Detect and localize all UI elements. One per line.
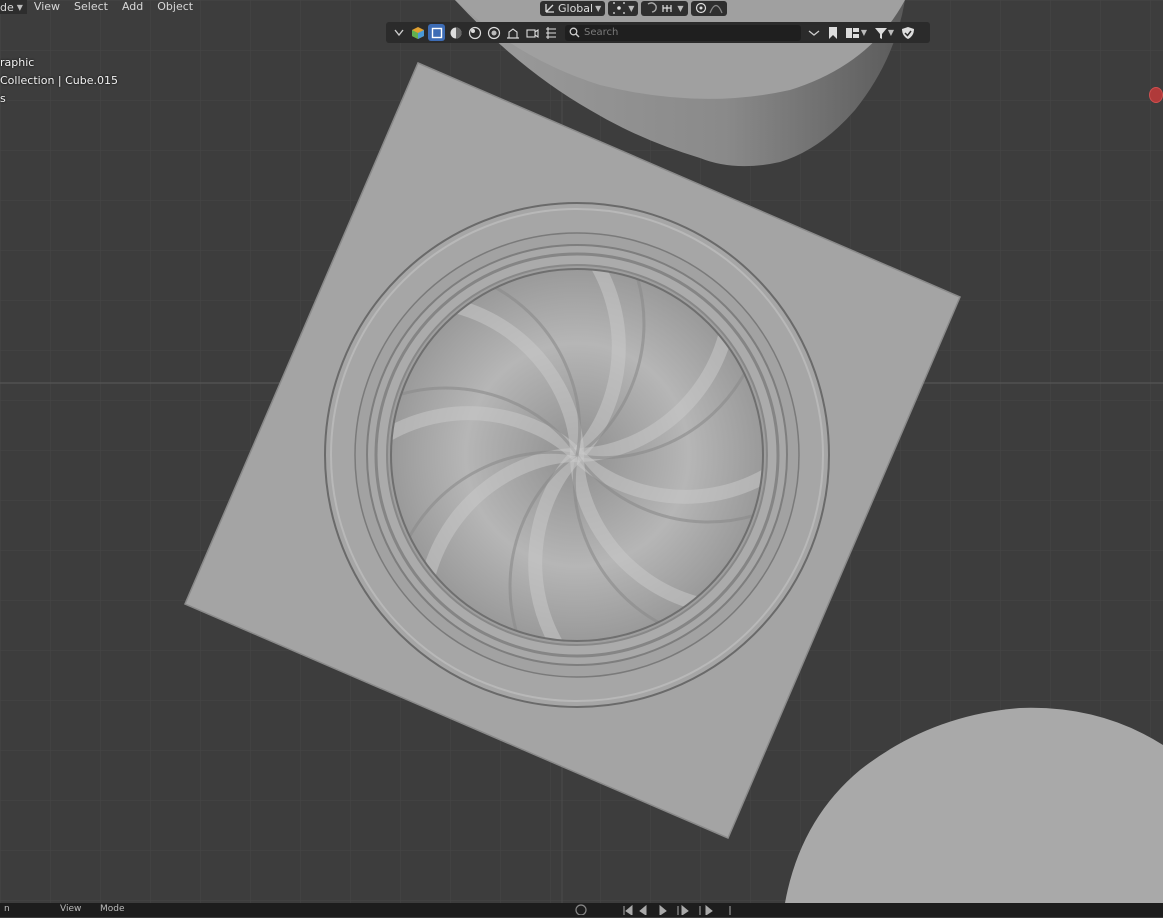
filter-options-button[interactable]	[805, 24, 822, 41]
viewport-shading-icon	[450, 27, 461, 38]
chevron-down-icon: ▼	[628, 3, 635, 13]
shield-icon	[901, 26, 914, 39]
view-type-label: raphic	[0, 56, 35, 69]
object-type-button[interactable]	[409, 24, 426, 41]
record-icon[interactable]	[574, 903, 588, 918]
filter-dropdown[interactable]: ▼	[871, 24, 897, 41]
navigation-gizmo-x-axis[interactable]	[1149, 87, 1163, 103]
playback-controls[interactable]	[620, 903, 740, 918]
menu-object[interactable]: Object	[150, 0, 200, 14]
chevron-down-icon	[808, 29, 819, 36]
info-extra-label: s	[0, 92, 6, 105]
chevron-down-icon: ▼	[595, 3, 602, 13]
active-object-label: Collection | Cube.015	[0, 74, 119, 87]
footer-mode-menu[interactable]: Mode	[100, 904, 125, 914]
chevron-down-icon: ▼	[860, 28, 868, 37]
toggle-icon	[506, 27, 519, 39]
render-icon	[545, 26, 556, 39]
shading-material-button[interactable]	[466, 24, 483, 41]
search-input[interactable]	[584, 27, 784, 38]
falloff-icon	[709, 4, 723, 14]
bookmark-button[interactable]	[824, 24, 841, 41]
mode-selector[interactable]: de ▼	[0, 0, 27, 14]
proportional-icon	[695, 2, 706, 14]
viewport-scene[interactable]	[0, 0, 1163, 917]
camera-icon	[525, 28, 539, 38]
expand-toggle[interactable]	[390, 24, 407, 41]
shading-solid-button[interactable]	[447, 24, 464, 41]
viewport-info-overlay: raphic Collection | Cube.015 s	[0, 54, 118, 108]
footer-view-menu[interactable]: View	[60, 904, 81, 914]
object-color-icon	[411, 26, 424, 39]
pivot-icon	[613, 2, 626, 14]
snap-increment-icon	[662, 5, 673, 12]
3d-viewport[interactable]	[0, 0, 1163, 917]
menu-view[interactable]: View	[27, 0, 67, 14]
orientation-dropdown[interactable]: Global ▼	[540, 0, 606, 16]
transform-axes-icon	[545, 4, 554, 13]
mode-label: de	[0, 0, 14, 14]
collection-dropdown[interactable]: ▼	[843, 24, 869, 41]
snap-icon	[648, 2, 658, 13]
restriction-toggle[interactable]	[899, 24, 916, 41]
camera-view-button[interactable]	[523, 24, 540, 41]
chevron-down-icon: ▼	[16, 2, 23, 12]
rendered-icon	[487, 26, 500, 39]
transform-toolbar: Global ▼ ▼ ▼	[540, 0, 727, 16]
toggle-overlay-button[interactable]	[504, 24, 521, 41]
pivot-point-dropdown[interactable]: ▼	[608, 0, 639, 16]
chevron-down-icon: ▼	[887, 28, 895, 37]
search-box[interactable]	[565, 24, 801, 41]
footer-item[interactable]: n	[4, 904, 10, 914]
select-box-button[interactable]	[428, 24, 445, 41]
render-view-button[interactable]	[542, 24, 559, 41]
orientation-label: Global	[558, 1, 594, 15]
proportional-editing-toggle[interactable]	[690, 0, 727, 16]
chevron-down-icon	[393, 29, 404, 36]
snap-dropdown[interactable]: ▼	[641, 0, 688, 16]
material-icon	[468, 26, 481, 39]
cup-relief	[324, 202, 830, 708]
chevron-down-icon: ▼	[677, 3, 684, 13]
filter-icon	[874, 27, 887, 39]
collection-icon	[845, 27, 859, 38]
shading-rendered-button[interactable]	[485, 24, 502, 41]
menu-add[interactable]: Add	[115, 0, 150, 14]
scene-filter-bar: ▼ ▼	[386, 22, 930, 43]
select-box-icon	[431, 27, 442, 38]
bookmark-icon	[828, 26, 837, 39]
search-icon	[569, 27, 580, 38]
timeline-header: n View Mode	[0, 903, 1163, 917]
menu-select[interactable]: Select	[67, 0, 115, 14]
